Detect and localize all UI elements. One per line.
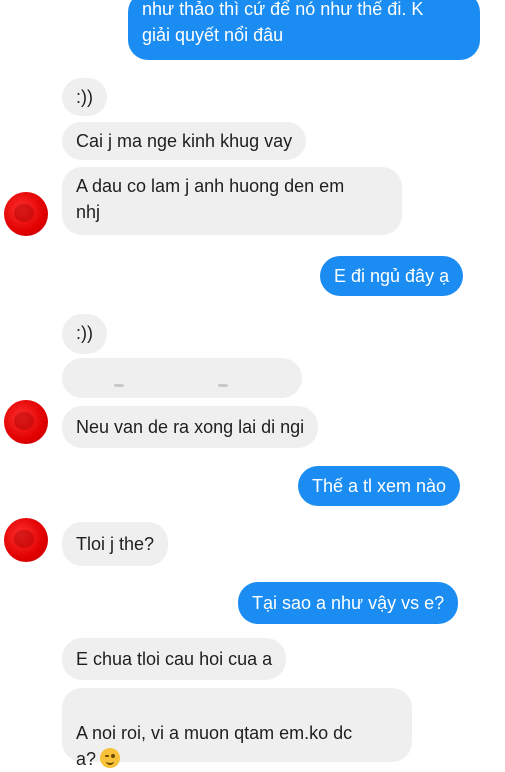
message-outgoing[interactable]: như thảo thì cứ để nó như thế đi. K giải… [128,0,480,60]
message-incoming-redacted[interactable] [62,358,302,398]
redacted-text-mark [114,384,124,387]
message-incoming[interactable]: :)) [62,78,107,116]
contact-avatar-icon[interactable] [4,192,48,236]
message-incoming[interactable]: Cai j ma nge kinh khug vay [62,122,307,160]
message-outgoing[interactable]: E đi ngủ đây ạ [320,256,464,296]
redacted-text-mark [218,384,228,387]
message-incoming[interactable]: A dau co lam j anh huong den em nhj [62,167,402,235]
message-outgoing[interactable]: Thế a tl xem nào [298,466,461,506]
message-incoming[interactable]: Tloi j the? [62,522,169,566]
winking-face-emoji-icon [100,748,121,768]
chat-thread: như thảo thì cứ để nó như thế đi. K giải… [0,0,505,769]
message-incoming[interactable]: A noi roi, vi a muon qtam em.ko dc a? [62,688,412,769]
message-outgoing[interactable]: Tại sao a như vậy vs e? [238,582,459,624]
message-incoming[interactable]: E chua tloi cau hoi cua a [62,638,287,680]
contact-avatar-icon[interactable] [4,400,48,444]
message-incoming[interactable]: :)) [62,314,107,354]
contact-avatar-icon[interactable] [4,518,48,562]
message-incoming[interactable]: Neu van de ra xong lai di ngi [62,406,319,448]
